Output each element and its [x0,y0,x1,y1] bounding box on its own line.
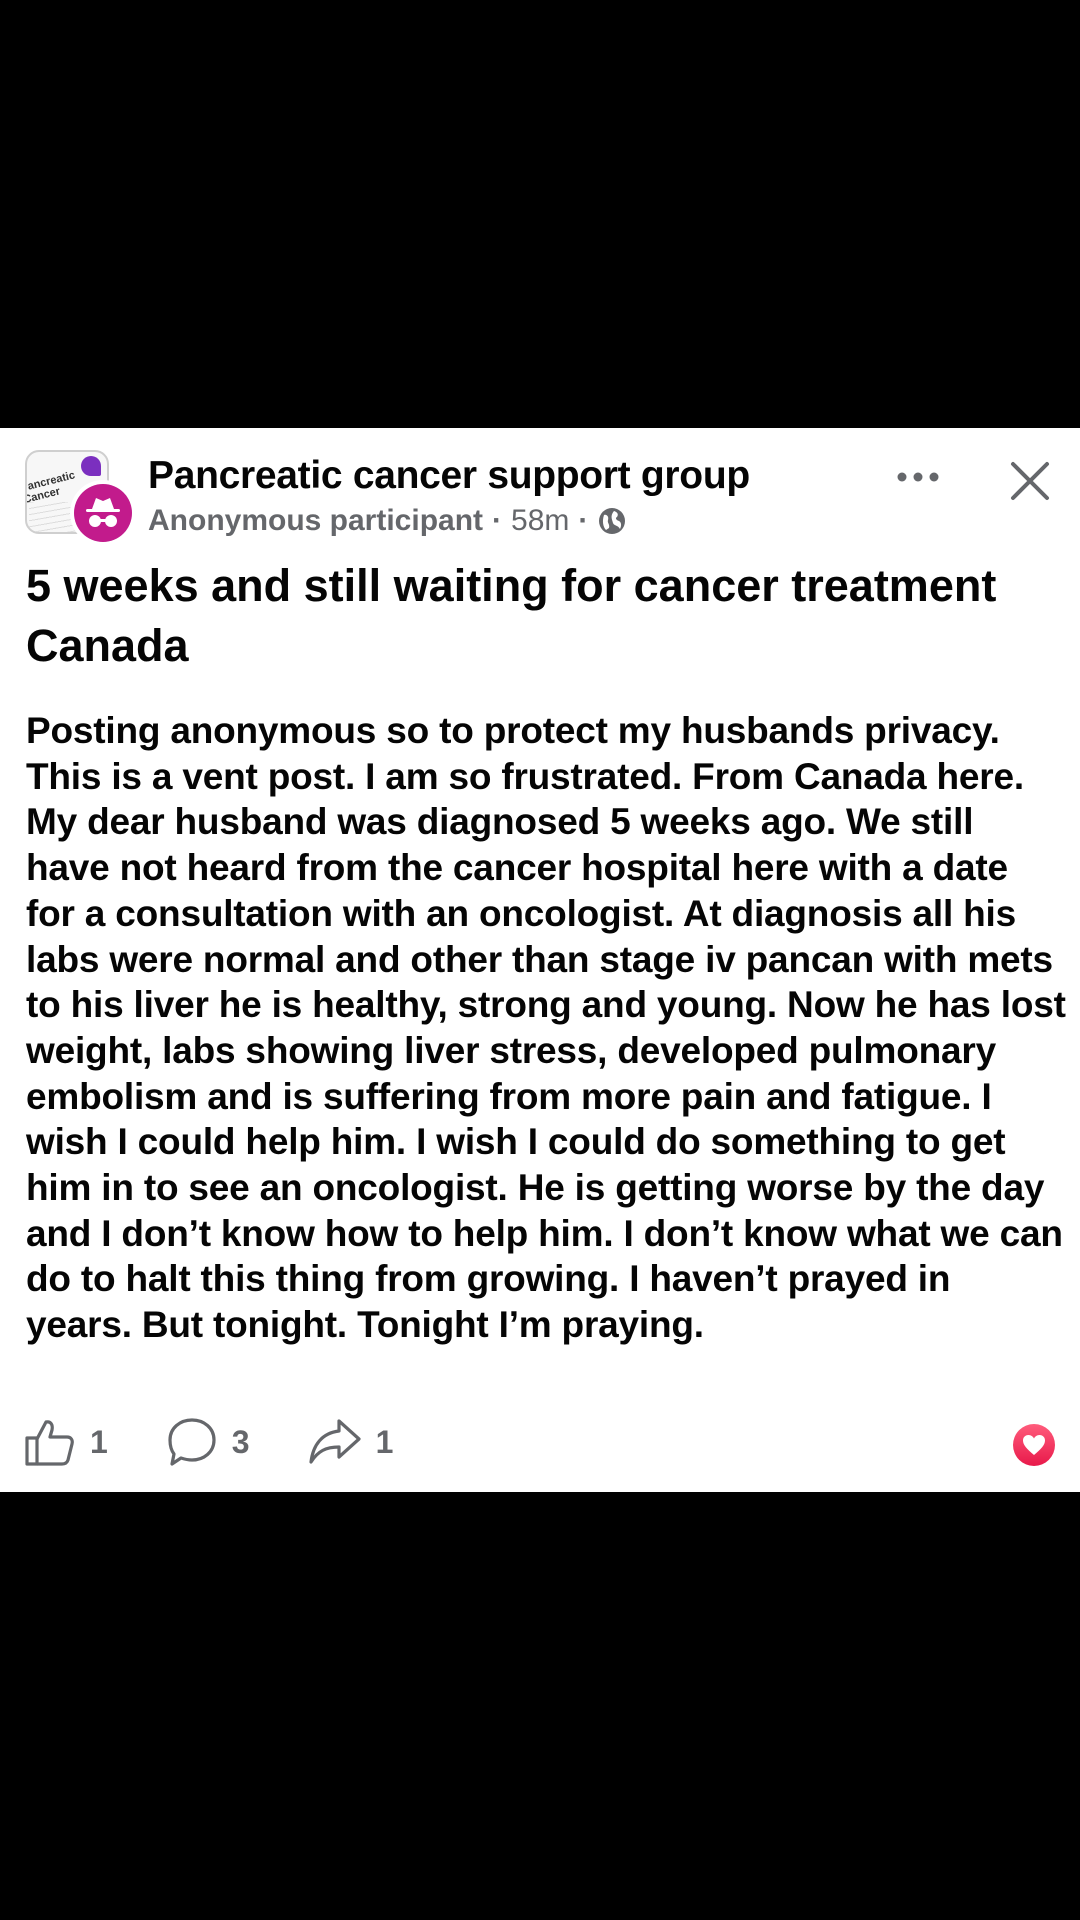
post-actions: 1 3 1 [24,1414,451,1470]
comment-bubble-icon [168,1418,216,1466]
comment-button[interactable]: 3 [166,1417,250,1467]
close-icon [1011,462,1049,500]
share-arrow-icon [308,1419,361,1464]
post-card: Pancreatic Cancer Pancreatic cancer supp… [0,428,1080,1492]
meta-separator: · [578,504,589,537]
meta-separator: · [492,504,503,537]
more-horizontal-icon [897,472,939,482]
thumbs-up-icon [25,1420,74,1466]
like-button[interactable]: 1 [24,1417,108,1467]
anonymous-avatar[interactable] [70,480,136,546]
comment-count: 3 [231,1423,250,1460]
heart-reaction-icon[interactable] [1013,1424,1055,1466]
share-button[interactable]: 1 [308,1417,394,1467]
post-body: Posting anonymous so to protect my husba… [26,710,1066,1346]
close-button[interactable] [1005,456,1055,506]
author-name[interactable]: Anonymous participant [148,504,483,538]
share-count: 1 [375,1423,394,1460]
post-title: 5 weeks and still waiting for cancer tre… [26,560,997,671]
group-name[interactable]: Pancreatic cancer support group [148,454,750,498]
globe-icon [597,506,627,536]
more-options-button[interactable] [893,462,943,492]
post-meta: Anonymous participant · 58m · [148,504,627,538]
post-time[interactable]: 58m [511,504,569,538]
like-count: 1 [90,1423,108,1460]
incognito-icon [74,484,132,542]
